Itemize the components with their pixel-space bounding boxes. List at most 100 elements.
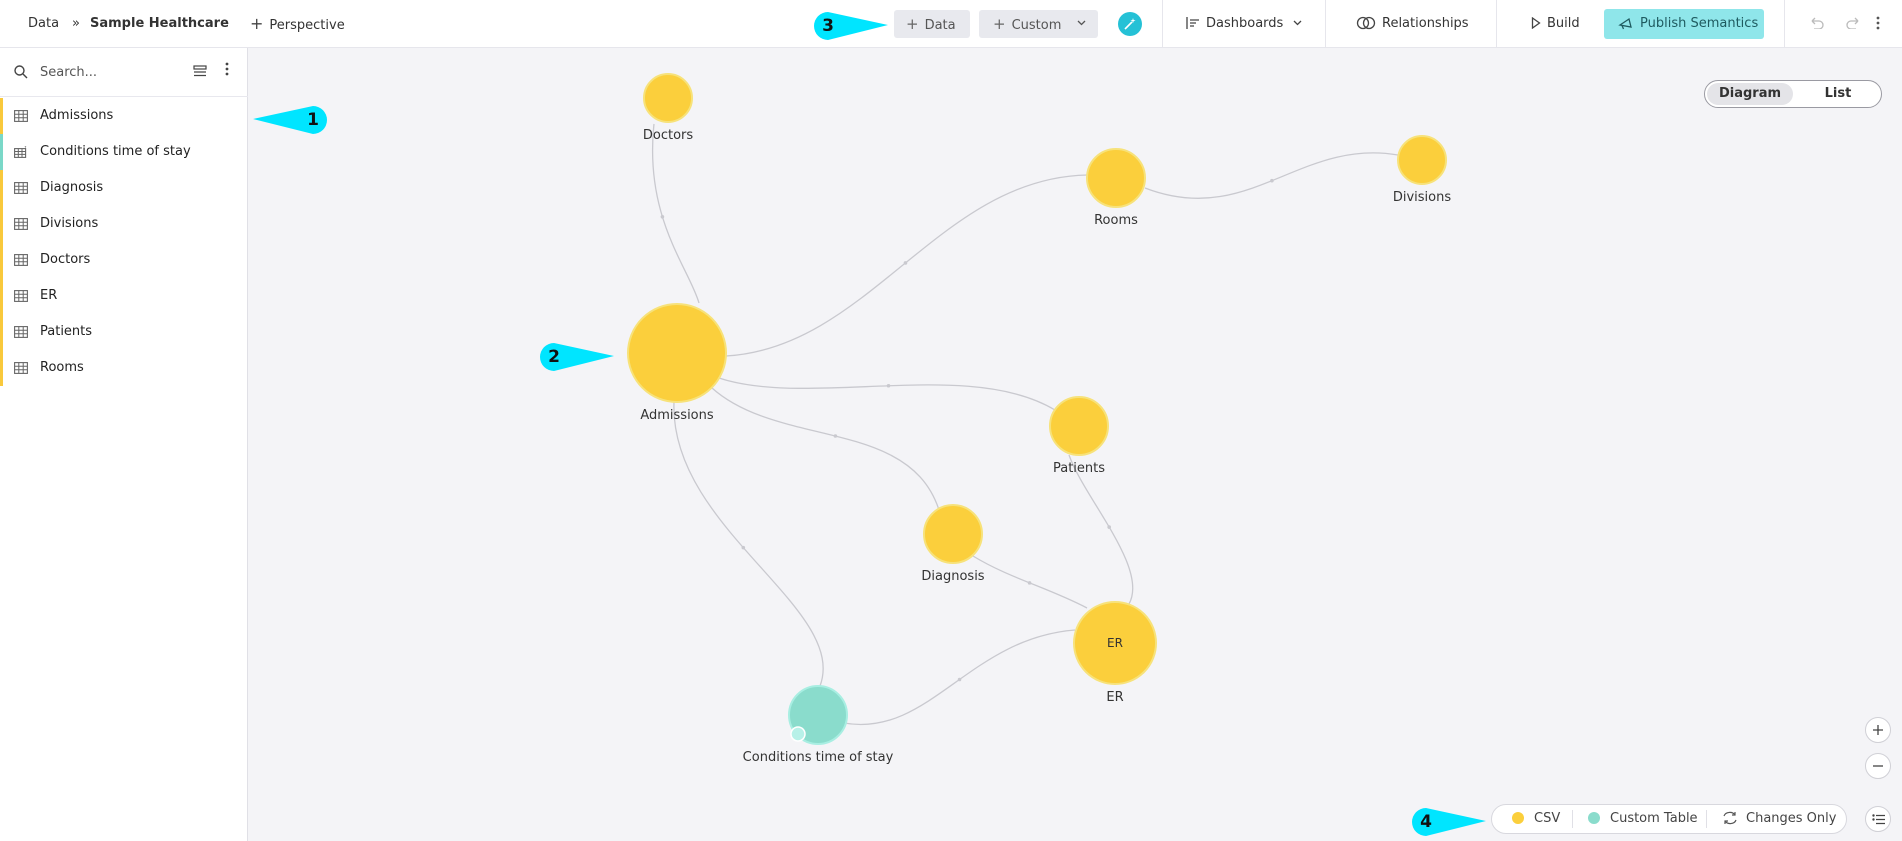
sidebar-more-button[interactable] <box>225 62 229 82</box>
callout-label-2: 2 <box>548 347 560 367</box>
add-data-button[interactable]: + Data <box>894 10 970 38</box>
sidebar-table-label: Conditions time of stay <box>40 144 191 159</box>
sidebar-table-item[interactable]: Divisions <box>0 206 247 242</box>
sidebar-table-item[interactable]: f Conditions time of stay <box>0 134 247 170</box>
top-bar: Data » Sample Healthcare + Perspective + D… <box>0 0 1902 48</box>
diagram-node-label: Admissions <box>640 408 714 423</box>
table-icon <box>14 290 28 302</box>
relationship-edge-conditions-er[interactable] <box>843 629 1076 726</box>
build-button[interactable]: Build <box>1531 0 1580 48</box>
undo-button[interactable] <box>1808 0 1830 48</box>
dashboards-label: Dashboards <box>1206 16 1284 31</box>
plus-icon: + <box>906 15 919 33</box>
breadcrumb-separator: » <box>72 16 80 31</box>
diagram-node-rooms[interactable] <box>1086 148 1146 208</box>
plus-icon <box>1873 725 1883 735</box>
chevron-down-icon <box>1077 10 1086 38</box>
diagram-node-label: Divisions <box>1393 190 1452 205</box>
legend-csv-label: CSV <box>1534 811 1561 826</box>
sidebar-table-label: Divisions <box>40 216 99 231</box>
more-options-button[interactable] <box>1876 0 1886 48</box>
plus-icon: + <box>250 14 264 33</box>
relationship-edge-admissions-doctors[interactable] <box>652 123 700 304</box>
view-toggle: Diagram List <box>1704 80 1882 108</box>
relationships-icon <box>1356 16 1376 29</box>
breadcrumb-data-link[interactable]: Data <box>28 0 59 48</box>
diagram-node-admissions[interactable] <box>627 303 727 403</box>
list-view-tab[interactable]: List <box>1797 83 1879 105</box>
relationship-edge-patients-er[interactable] <box>1068 454 1134 605</box>
kebab-icon <box>1876 16 1880 29</box>
table-icon <box>14 254 28 266</box>
relationships-label: Relationships <box>1382 16 1469 31</box>
relationship-edge-midpoint <box>886 383 891 388</box>
relationships-button[interactable]: Relationships <box>1356 0 1469 48</box>
toolbar-divider <box>1496 0 1497 48</box>
diagram-view-tab[interactable]: Diagram <box>1707 83 1793 105</box>
publish-semantics-button[interactable]: Publish Semantics <box>1604 9 1764 39</box>
csv-dot-icon <box>1512 811 1524 824</box>
relationship-diagram: Doctors Rooms Divisions Admissions Patients D… <box>627 73 1452 765</box>
sidebar-table-item[interactable]: Rooms <box>0 350 247 386</box>
sidebar-table-item[interactable]: Admissions <box>0 98 247 134</box>
redo-icon <box>1846 17 1859 30</box>
diagram-node-patients[interactable] <box>1049 396 1109 456</box>
custom-table-dot-icon <box>1588 811 1600 824</box>
relationship-edge-admissions-patients[interactable] <box>718 377 1056 411</box>
sidebar-table-label: Doctors <box>40 252 91 267</box>
minus-icon <box>1873 765 1883 767</box>
toolbar-divider <box>1162 0 1163 48</box>
redo-button[interactable] <box>1846 0 1868 48</box>
legend-divider <box>1706 810 1707 828</box>
legend-csv[interactable]: CSV <box>1512 805 1560 833</box>
zoom-in-button[interactable] <box>1865 717 1891 743</box>
diagram-node-diagnosis[interactable] <box>923 504 983 564</box>
callout-marker-3: 3 <box>808 10 890 42</box>
table-icon <box>14 110 28 122</box>
legend-custom-table[interactable]: Custom Table <box>1588 805 1698 833</box>
perspective-button[interactable]: + Perspective <box>250 0 345 48</box>
relationship-edge-rooms-divisions[interactable] <box>1144 152 1399 199</box>
relationship-edge-admissions-conditions[interactable] <box>673 401 824 687</box>
legend-list-icon <box>1872 814 1885 825</box>
list-view-icon[interactable] <box>193 65 207 77</box>
plus-icon: + <box>993 15 1006 33</box>
sidebar-table-item[interactable]: Patients <box>0 314 247 350</box>
zoom-out-button[interactable] <box>1865 753 1891 779</box>
table-icon <box>14 362 28 374</box>
perspective-label: Perspective <box>269 18 345 33</box>
search-icon <box>14 65 28 79</box>
diagram-node-label: Rooms <box>1094 213 1138 228</box>
diagram-node-doctors[interactable] <box>643 73 693 123</box>
add-custom-button[interactable]: + Custom <box>979 10 1098 38</box>
undo-icon <box>1811 17 1824 30</box>
sidebar-table-item[interactable]: Diagnosis <box>0 170 247 206</box>
add-data-label: Data <box>924 18 956 33</box>
callout-label-4: 4 <box>1420 812 1432 832</box>
relationship-edge-midpoint <box>660 214 665 219</box>
relationship-edge-admissions-diagnosis[interactable] <box>711 387 940 511</box>
legend-bar: CSV Custom Table Changes Only <box>1491 804 1847 834</box>
sidebar-table-item[interactable]: Doctors <box>0 242 247 278</box>
chevron-down-icon <box>1293 20 1302 25</box>
diagram-node-divisions[interactable] <box>1397 135 1447 185</box>
callout-marker-4: 4 <box>1406 806 1488 838</box>
sidebar-table-label: Rooms <box>40 360 84 375</box>
legend-custom-label: Custom Table <box>1610 811 1698 826</box>
dashboards-menu[interactable]: Dashboards <box>1186 0 1302 48</box>
sidebar-table-label: Admissions <box>40 108 114 123</box>
add-custom-label: Custom <box>1011 18 1062 33</box>
tables-sidebar: Admissions f Conditions time of stay Diagno… <box>0 48 248 841</box>
play-icon <box>1531 16 1541 29</box>
diagram-node-label: Diagnosis <box>921 569 984 584</box>
ai-assistant-button[interactable] <box>1118 12 1142 36</box>
relationship-edge-admissions-rooms[interactable] <box>725 174 1088 357</box>
search-input[interactable] <box>40 60 180 84</box>
diagram-node-label: Patients <box>1053 461 1105 476</box>
relationship-edge-midpoint <box>833 434 838 438</box>
legend-toggle-button[interactable] <box>1865 806 1891 832</box>
sidebar-table-item[interactable]: ER <box>0 278 247 314</box>
diagram-canvas[interactable]: Doctors Rooms Divisions Admissions Patients D… <box>249 48 1902 841</box>
changes-only-toggle[interactable]: Changes Only <box>1722 805 1836 833</box>
table-icon <box>14 218 28 230</box>
